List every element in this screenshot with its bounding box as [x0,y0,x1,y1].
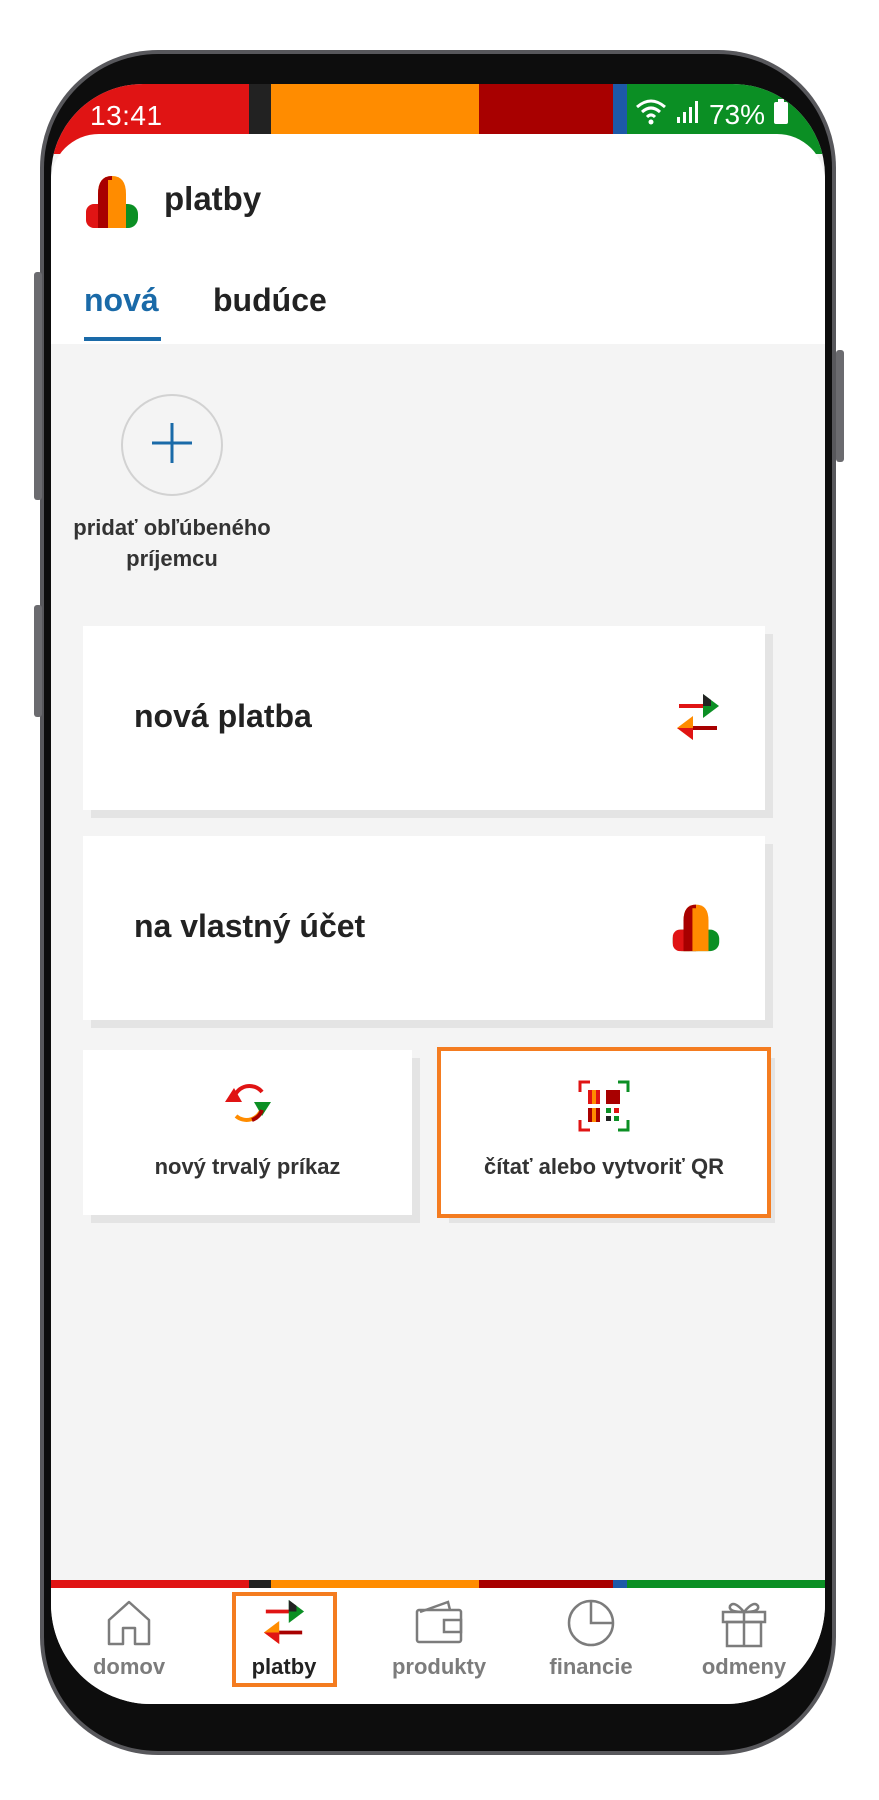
page-title: platby [164,180,262,217]
tab-active-indicator [84,337,161,341]
own-account-label: na vlastný účet [134,908,366,944]
standing-order-label: nový trvalý príkaz [154,1154,341,1179]
power-button [836,350,844,462]
nav-label-domov: domov [92,1654,166,1679]
qr-label: čítať alebo vytvoriť QR [484,1154,724,1179]
add-favorite-label[interactable]: pridať obľúbeného príjemcu [72,512,272,574]
nav-item-financie[interactable]: financie [531,1588,651,1698]
side-button [34,605,42,717]
signal-icon [675,99,701,130]
standing-order-card[interactable]: nový trvalý príkaz [83,1050,412,1215]
wallet-icon [414,1598,464,1651]
battery-icon [773,99,789,130]
bottom-nav-stripe [51,1580,825,1588]
plus-icon [150,421,194,470]
pie-chart-icon [566,1598,616,1653]
new-payment-card[interactable]: nová platba [83,626,765,810]
status-time: 13:41 [90,100,163,131]
battery-percentage: 73% [708,98,765,130]
screen: 13:41 73% platby nová budúce pridať obľú… [51,84,825,1704]
transfer-arrows-icon [675,692,721,747]
nav-label-financie: financie [549,1654,633,1679]
nav-item-platby[interactable]: platby [224,1588,344,1698]
wifi-icon [635,98,667,131]
user-avatar-icon[interactable] [84,174,140,233]
gift-icon [720,1598,768,1653]
qr-code-icon [578,1080,630,1137]
qr-card[interactable]: čítať alebo vytvoriť QR [441,1050,767,1215]
status-icons: 73% [635,98,789,131]
nav-label-produkty: produkty [391,1654,487,1679]
home-icon [105,1598,153,1651]
recurring-arrows-icon [222,1080,274,1131]
bottom-nav: domov platby produkty financie odmeny [51,1588,825,1704]
add-favorite-button[interactable] [121,394,223,496]
nav-item-odmeny[interactable]: odmeny [684,1588,804,1698]
nav-item-produkty[interactable]: produkty [379,1588,499,1698]
own-account-card[interactable]: na vlastný účet [83,836,765,1020]
transfer-arrows-icon [262,1598,306,1651]
header [51,134,825,344]
new-payment-label: nová platba [134,698,312,734]
person-icon [671,902,721,957]
tab-nova[interactable]: nová [84,282,159,319]
nav-item-domov[interactable]: domov [69,1588,189,1698]
volume-button [34,272,42,500]
nav-label-platby: platby [251,1654,317,1679]
tab-buduce[interactable]: budúce [213,282,327,319]
nav-label-odmeny: odmeny [701,1654,787,1679]
